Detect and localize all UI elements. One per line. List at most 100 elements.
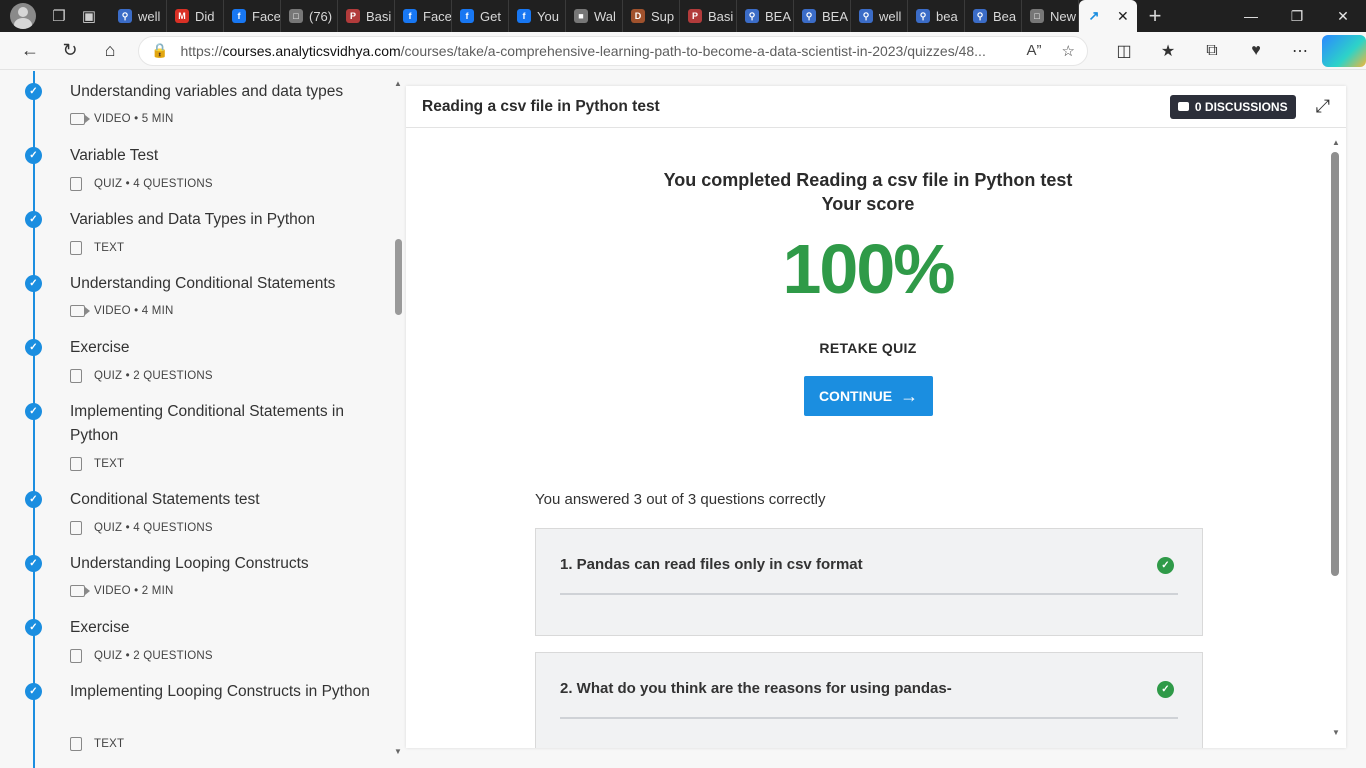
back-icon[interactable]: ← (10, 35, 50, 67)
profile-avatar-icon[interactable] (10, 3, 36, 29)
browser-tab[interactable]: f Face (395, 0, 452, 32)
lesson-meta-text: QUIZ • 4 QUESTIONS (94, 178, 213, 190)
tab-list: ⚲ well M Did f Face □ (76) P Basi f Face f Get f You ■ Wa… (110, 0, 1079, 32)
lesson-item[interactable]: ✓ Understanding Conditional Statements VID… (0, 275, 390, 331)
lesson-item[interactable]: ✓ Implementing Looping Constructs in Pyth… (0, 683, 390, 763)
tab-actions-icon[interactable]: ▣ (74, 1, 104, 31)
lesson-meta: QUIZ • 4 QUESTIONS (70, 521, 213, 535)
lesson-meta: QUIZ • 4 QUESTIONS (70, 177, 213, 191)
lesson-item[interactable]: ✓ Variables and Data Types in Python TEXT (0, 211, 390, 267)
browser-tab[interactable]: ⚲ BEA (737, 0, 794, 32)
quiz-icon (70, 521, 82, 535)
copilot-button[interactable] (1322, 34, 1366, 67)
restore-icon[interactable]: ❐ (1274, 0, 1320, 32)
newtab-icon: □ (1030, 9, 1044, 23)
lesson-item[interactable]: ✓ Exercise QUIZ • 2 QUESTIONS (0, 339, 390, 395)
browser-tab[interactable]: f You (509, 0, 566, 32)
tab-label: Bea (993, 8, 1017, 24)
browser-tab[interactable]: ⚲ well (851, 0, 908, 32)
browser-tab[interactable]: M Did (167, 0, 224, 32)
lesson-title: Exercise (70, 619, 130, 636)
browser-tab[interactable]: ⚲ well (110, 0, 167, 32)
search-icon: ⚲ (916, 9, 930, 23)
copilot-icon (1322, 34, 1366, 67)
discussions-label: 0 DISCUSSIONS (1194, 99, 1288, 114)
scroll-up-icon[interactable]: ▲ (394, 79, 402, 88)
lesson-meta-text: QUIZ • 2 QUESTIONS (94, 650, 213, 662)
lesson-item[interactable]: ✓ Implementing Conditional Statements in … (0, 403, 390, 483)
content-scroll-thumb[interactable] (1331, 152, 1339, 576)
sidebar-scroll-thumb[interactable] (395, 239, 402, 315)
browser-tab[interactable]: P Basi (338, 0, 395, 32)
browser-tab[interactable]: □ (76) (281, 0, 338, 32)
scroll-down-icon[interactable]: ▼ (394, 747, 402, 756)
browser-tab[interactable]: D Sup (623, 0, 680, 32)
new-tab-button[interactable]: + (1137, 3, 1173, 29)
lesson-meta: TEXT (70, 737, 124, 751)
completed-check-icon: ✓ (25, 403, 42, 420)
refresh-icon[interactable]: ↻ (50, 35, 90, 67)
correct-check-icon: ✓ (1157, 557, 1174, 574)
workspaces-icon[interactable]: ❐ (44, 1, 74, 31)
lesson-item[interactable]: ✓ Understanding Looping Constructs VIDEO •… (0, 555, 390, 611)
scroll-down-icon[interactable]: ▼ (1332, 728, 1340, 737)
lesson-title: Variable Test (70, 147, 159, 164)
home-icon[interactable]: ⌂ (90, 35, 130, 67)
continue-button[interactable]: CONTINUE → (804, 376, 933, 416)
lesson-meta: QUIZ • 2 QUESTIONS (70, 649, 213, 663)
facebook-icon: f (460, 9, 474, 23)
lock-icon[interactable]: 🔒 (151, 42, 168, 59)
tab-active[interactable]: ↗ ✕ (1079, 0, 1137, 32)
chat-bubble-icon (1177, 102, 1189, 111)
content-scrollbar[interactable]: ▲ ▼ (1330, 138, 1340, 738)
lesson-item[interactable]: ✓ Understanding variables and data types V… (0, 83, 390, 139)
split-screen-icon[interactable]: ◫ (1102, 35, 1146, 67)
quiz-icon (70, 369, 82, 383)
lesson-meta: VIDEO • 2 MIN (70, 585, 173, 597)
lesson-title: Implementing Conditional Statements in P… (70, 403, 344, 444)
browser-tab[interactable]: ⚲ BEA (794, 0, 851, 32)
lesson-title: Exercise (70, 339, 130, 356)
facebook-icon: f (232, 9, 246, 23)
tab-label: Basi (366, 8, 392, 24)
browser-tab[interactable]: f Get (452, 0, 509, 32)
completed-check-icon: ✓ (25, 683, 42, 700)
lesson-item[interactable]: ✓ Variable Test QUIZ • 4 QUESTIONS (0, 147, 390, 203)
browser-tab-strip: ❐ ▣ ⚲ well M Did f Face □ (76) P Basi f Face f Get f Yo… (0, 0, 1366, 32)
more-options-icon[interactable]: ⋯ (1278, 35, 1322, 67)
collections-icon[interactable]: ⧉ (1190, 35, 1234, 67)
lesson-meta-text: TEXT (94, 242, 125, 254)
url-text[interactable]: https://courses.analyticsvidhya.com/cour… (180, 43, 1006, 59)
close-tab-icon[interactable]: ✕ (1117, 8, 1129, 25)
text-icon (70, 241, 82, 255)
browser-tab[interactable]: ■ Wal (566, 0, 623, 32)
question-text: 1. Pandas can read files only in csv for… (560, 556, 863, 573)
tab-label: Did (195, 8, 215, 24)
tab-label: BEA (765, 8, 792, 24)
lesson-title: Conditional Statements test (70, 491, 260, 508)
browser-tab[interactable]: ⚲ Bea (965, 0, 1022, 32)
expand-icon[interactable]: ⤢ (1316, 96, 1330, 117)
scroll-up-icon[interactable]: ▲ (1332, 138, 1340, 147)
video-icon (70, 585, 90, 597)
browser-tab[interactable]: ⚲ bea (908, 0, 965, 32)
browser-tab[interactable]: f Face (224, 0, 281, 32)
address-bar[interactable]: 🔒 https://courses.analyticsvidhya.com/co… (138, 35, 1088, 66)
search-icon: ⚲ (118, 9, 132, 23)
read-aloud-icon[interactable]: A” (1027, 42, 1042, 59)
sidebar-scrollbar[interactable]: ▲ ▼ (392, 79, 404, 759)
question-card[interactable]: 2. What do you think are the reasons for… (535, 652, 1203, 748)
lesson-item[interactable]: ✓ Exercise QUIZ • 2 QUESTIONS (0, 619, 390, 675)
question-card[interactable]: 1. Pandas can read files only in csv for… (535, 528, 1203, 636)
close-window-icon[interactable]: ✕ (1320, 0, 1366, 32)
minimize-icon[interactable]: — (1228, 0, 1274, 32)
browser-tab[interactable]: □ New (1022, 0, 1079, 32)
favorites-icon[interactable]: ★ (1146, 35, 1190, 67)
lesson-item[interactable]: ✓ Conditional Statements test QUIZ • 4 QUE… (0, 491, 390, 547)
continue-label: CONTINUE (818, 388, 893, 404)
retake-quiz-link[interactable]: RETAKE QUIZ (406, 340, 1330, 356)
browser-essentials-icon[interactable]: ♥ (1234, 35, 1278, 67)
browser-tab[interactable]: P Basi (680, 0, 737, 32)
favorite-star-icon[interactable]: ☆ (1062, 42, 1075, 60)
discussions-button[interactable]: 0 DISCUSSIONS (1169, 94, 1296, 119)
